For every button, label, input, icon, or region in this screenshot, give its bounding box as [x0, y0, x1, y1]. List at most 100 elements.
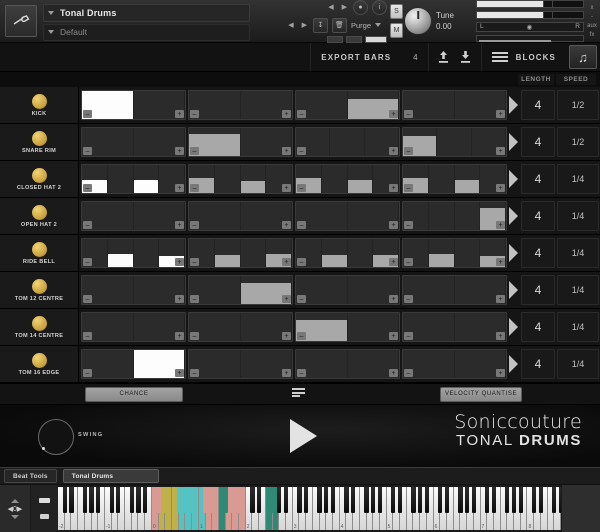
piano-black-key[interactable] [176, 487, 181, 513]
step-group[interactable]: – + [188, 275, 293, 305]
step-remove-button[interactable]: – [404, 184, 413, 192]
chevron-down-icon[interactable] [48, 10, 54, 15]
step-add-button[interactable]: + [175, 110, 184, 118]
piano-black-key[interactable] [109, 487, 114, 513]
piano-keyboard[interactable]: -2 -1 0 1 2 3 4 5 6 7 8 [58, 485, 561, 532]
piano-black-key[interactable] [330, 487, 336, 513]
track-play-icon[interactable] [507, 87, 520, 123]
instrument-row[interactable]: Tonal Drums [43, 4, 250, 22]
step-remove-button[interactable]: – [297, 369, 306, 377]
save-snapshot-icon[interactable]: ↧ [312, 17, 328, 33]
track-length-box[interactable]: 4 [521, 164, 555, 194]
step-add-button[interactable]: + [175, 369, 184, 377]
piano-black-key[interactable] [552, 487, 557, 513]
track-length-box[interactable]: 4 [521, 312, 555, 342]
download-icon[interactable] [455, 50, 477, 64]
prev-arrow-icon[interactable]: ◀ [326, 3, 335, 11]
volume-slider[interactable] [476, 34, 584, 42]
piano-black-key[interactable] [391, 487, 396, 513]
track-play-icon[interactable] [507, 198, 520, 234]
transpose-down-icon[interactable] [11, 514, 19, 519]
step-cell[interactable] [214, 239, 241, 267]
step-cell[interactable] [321, 239, 348, 267]
step-cell[interactable] [215, 165, 241, 193]
piano-black-key[interactable] [223, 487, 228, 513]
piano-black-key[interactable] [129, 487, 134, 513]
step-cell[interactable] [240, 165, 267, 193]
step-cell[interactable] [429, 165, 455, 193]
hamburger-icon[interactable] [491, 52, 508, 62]
track-indicator-dot[interactable] [31, 278, 47, 294]
step-group[interactable]: – + [402, 127, 507, 157]
track-indicator-dot[interactable] [31, 130, 47, 146]
step-group[interactable]: – + [81, 201, 186, 231]
velocity-quantise-button[interactable]: VELOCITY QUANTISE [440, 386, 522, 402]
step-group[interactable]: – + [402, 312, 507, 342]
step-cell[interactable] [455, 239, 481, 267]
step-group[interactable]: – + [188, 164, 293, 194]
step-add-button[interactable]: + [389, 184, 398, 192]
step-remove-button[interactable]: – [404, 258, 413, 266]
step-group[interactable]: – + [188, 312, 293, 342]
piano-black-key[interactable] [183, 487, 188, 513]
piano-black-key[interactable] [511, 487, 517, 513]
step-remove-button[interactable]: – [83, 332, 92, 340]
step-group[interactable]: – + [402, 164, 507, 194]
track-name-cell[interactable]: TOM 16 EDGE [0, 346, 79, 382]
music-note-icon[interactable]: ♫ [569, 45, 597, 69]
piano-black-key[interactable] [444, 487, 450, 513]
piano-black-key[interactable] [317, 487, 322, 513]
piano-black-key[interactable] [156, 487, 161, 513]
step-cell[interactable] [107, 239, 134, 267]
step-remove-button[interactable]: – [190, 147, 199, 155]
track-speed-box[interactable]: 1/4 [557, 164, 599, 194]
chevron-down-icon[interactable] [48, 30, 54, 35]
track-speed-box[interactable]: 1/2 [557, 127, 599, 157]
track-length-box[interactable]: 4 [521, 349, 555, 379]
piano-black-key[interactable] [491, 487, 497, 513]
step-group[interactable]: – + [188, 349, 293, 379]
pan-knob-icon[interactable]: ◉ [527, 23, 533, 31]
step-remove-button[interactable]: – [404, 110, 413, 118]
piano-black-key[interactable] [297, 487, 302, 513]
piano-black-key[interactable] [538, 487, 543, 513]
step-add-button[interactable]: + [496, 295, 505, 303]
piano-black-key[interactable] [505, 487, 510, 513]
step-add-button[interactable]: + [282, 184, 291, 192]
export-bars-value[interactable]: 4 [413, 53, 417, 62]
step-add-button[interactable]: + [175, 295, 184, 303]
piano-black-key[interactable] [62, 487, 67, 513]
step-cell[interactable] [455, 202, 481, 230]
piano-black-key[interactable] [116, 487, 121, 513]
step-remove-button[interactable]: – [404, 332, 413, 340]
piano-black-key[interactable] [350, 487, 356, 513]
step-add-button[interactable]: + [496, 110, 505, 118]
instrument-tab[interactable]: Beat Tools [4, 469, 57, 483]
track-play-icon[interactable] [507, 161, 520, 197]
track-speed-box[interactable]: 1/4 [557, 275, 599, 305]
step-remove-button[interactable]: – [83, 221, 92, 229]
track-name-cell[interactable]: KICK [0, 87, 79, 123]
step-group[interactable]: – + [295, 90, 400, 120]
step-group[interactable]: – + [402, 238, 507, 268]
piano-black-key[interactable] [377, 487, 383, 513]
step-remove-button[interactable]: – [297, 110, 306, 118]
step-group[interactable]: – + [188, 201, 293, 231]
step-add-button[interactable]: + [282, 147, 291, 155]
step-add-button[interactable]: + [389, 295, 398, 303]
piano-black-key[interactable] [397, 487, 403, 513]
step-remove-button[interactable]: – [404, 295, 413, 303]
step-cell[interactable] [322, 165, 348, 193]
step-remove-button[interactable]: – [297, 258, 306, 266]
step-remove-button[interactable]: – [297, 221, 306, 229]
pitch-wheel-handle[interactable] [40, 514, 49, 519]
piano-black-key[interactable] [371, 487, 376, 513]
solo-button[interactable]: S [390, 4, 403, 19]
step-group[interactable]: – + [295, 275, 400, 305]
step-add-button[interactable]: + [496, 184, 505, 192]
step-add-button[interactable]: + [282, 221, 291, 229]
step-group[interactable]: – + [402, 201, 507, 231]
close-icon[interactable]: x [591, 5, 594, 11]
step-group[interactable]: – + [188, 127, 293, 157]
step-velocity-bar[interactable] [240, 180, 266, 193]
